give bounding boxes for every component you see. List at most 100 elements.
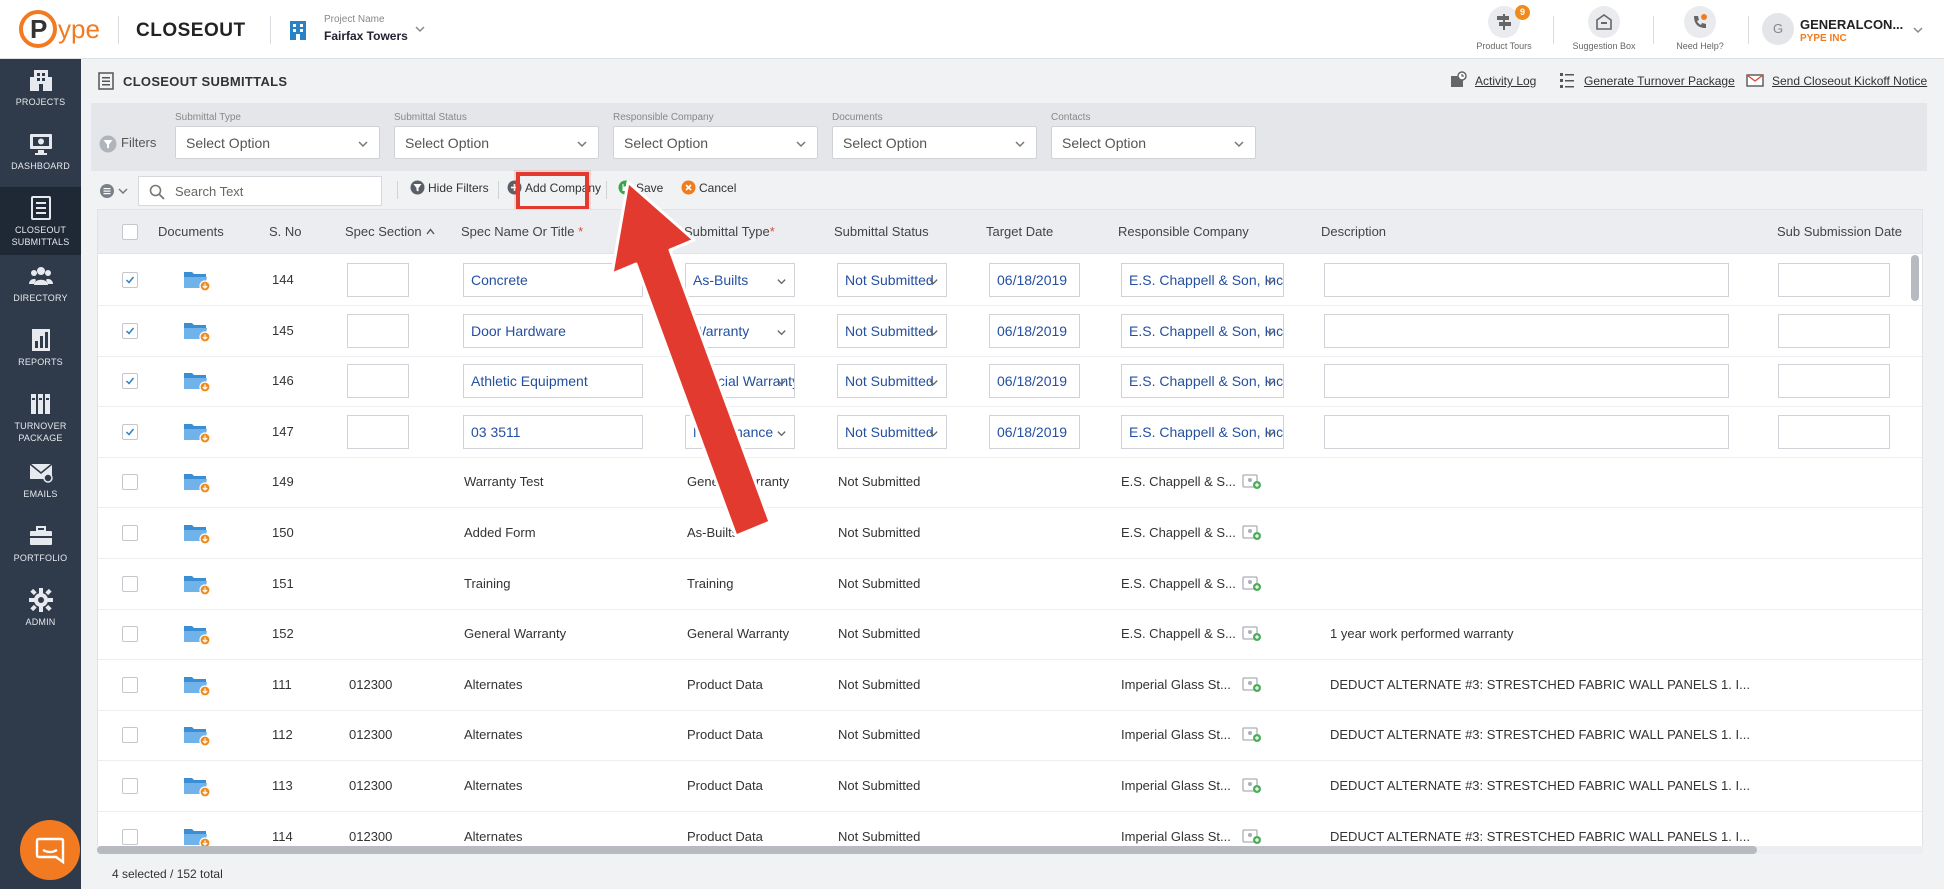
responsible-company-select[interactable]: E.S. Chappell & Son, Inc. <box>1121 314 1284 348</box>
spec-section-input[interactable] <box>347 415 409 449</box>
column-header-spec-section[interactable]: Spec Section <box>345 224 435 239</box>
row-checkbox[interactable] <box>122 323 138 339</box>
horizontal-scrollbar[interactable] <box>97 846 1923 854</box>
sidebar-item-admin[interactable]: ADMIN <box>0 579 81 643</box>
spec-section-input[interactable] <box>347 314 409 348</box>
table-row[interactable]: 111 012300 Alternates Product Data Not Submi… <box>98 660 1922 711</box>
product-tours-button[interactable]: 9 Product Tours <box>1464 5 1544 54</box>
save-button[interactable]: Save <box>618 180 663 200</box>
column-header-target-date[interactable]: Target Date <box>986 224 1053 239</box>
responsible-company-select[interactable]: E.S. Chappell & Son, Inc. <box>1121 364 1284 398</box>
contacts-select[interactable]: Select Option <box>1051 126 1256 159</box>
spec-section-input[interactable] <box>347 263 409 297</box>
cell-spec-name[interactable]: Training <box>464 576 664 591</box>
row-checkbox[interactable] <box>122 373 138 389</box>
send-closeout-kickoff-link[interactable]: Send Closeout Kickoff Notice <box>1772 74 1927 88</box>
sub-submission-date-input[interactable] <box>1778 314 1890 348</box>
submittal-type-select[interactable]: Maintenance <box>685 415 795 449</box>
project-name[interactable]: Fairfax Towers <box>324 29 408 43</box>
row-checkbox[interactable] <box>122 424 138 440</box>
description-input[interactable] <box>1324 263 1729 297</box>
description-input[interactable] <box>1324 314 1729 348</box>
target-date-input[interactable]: 06/18/2019 <box>989 263 1080 297</box>
submittal-status-select[interactable]: Not Submitted <box>837 415 947 449</box>
documents-folder-icon[interactable] <box>183 369 211 393</box>
spec-name-input[interactable]: 03 3511 <box>463 415 643 449</box>
row-checkbox[interactable] <box>122 727 138 743</box>
cell-spec-name[interactable]: General Warranty <box>464 626 664 641</box>
row-checkbox[interactable] <box>122 778 138 794</box>
documents-folder-icon[interactable] <box>183 268 211 292</box>
table-row[interactable]: 149 Warranty Test General Warranty Not Subm… <box>98 457 1922 508</box>
documents-folder-icon[interactable] <box>183 825 211 846</box>
sidebar-item-reports[interactable]: REPORTS <box>0 319 81 383</box>
vertical-scrollbar[interactable] <box>1911 255 1921 845</box>
documents-folder-icon[interactable] <box>183 572 211 596</box>
column-header-submittal-type[interactable]: Submittal Type* <box>684 224 775 239</box>
column-header-submittal-status[interactable]: Submittal Status <box>834 224 929 239</box>
submittal-type-select[interactable]: Special Warranty <box>685 364 795 398</box>
documents-folder-icon[interactable] <box>183 622 211 646</box>
row-checkbox[interactable] <box>122 272 138 288</box>
table-row[interactable]: 146 Athletic Equipment Special Warranty Not… <box>98 356 1922 407</box>
description-input[interactable] <box>1324 364 1729 398</box>
column-header-responsible-company[interactable]: Responsible Company <box>1118 224 1249 239</box>
add-contact-icon[interactable] <box>1242 523 1262 541</box>
column-view-toggle[interactable] <box>99 183 131 199</box>
column-header-description[interactable]: Description <box>1321 224 1386 239</box>
sub-submission-date-input[interactable] <box>1778 415 1890 449</box>
cell-spec-name[interactable]: Alternates <box>464 829 664 844</box>
need-help-button[interactable]: Need Help? <box>1660 6 1740 54</box>
activity-log-link[interactable]: Activity Log <box>1475 74 1536 88</box>
cancel-button[interactable]: Cancel <box>681 180 736 200</box>
column-header-sno[interactable]: S. No <box>269 224 302 239</box>
add-contact-icon[interactable] <box>1242 675 1262 693</box>
sidebar-item-projects[interactable]: PROJECTS <box>0 59 81 123</box>
spec-name-input[interactable]: Concrete <box>463 263 643 297</box>
submittal-status-select[interactable]: Not Submitted <box>837 314 947 348</box>
target-date-input[interactable]: 06/18/2019 <box>989 364 1080 398</box>
submittal-type-select[interactable]: Select Option <box>175 126 380 159</box>
row-checkbox[interactable] <box>122 626 138 642</box>
sidebar-item-closeout-submittals[interactable]: CLOSEOUT SUBMITTALS <box>0 187 81 255</box>
pype-logo[interactable]: P ype <box>18 9 108 49</box>
table-row[interactable]: 112 012300 Alternates Product Data Not Submi… <box>98 710 1922 761</box>
sidebar-item-portfolio[interactable]: PORTFOLIO <box>0 515 81 579</box>
sub-submission-date-input[interactable] <box>1778 263 1890 297</box>
submittal-status-select[interactable]: Select Option <box>394 126 599 159</box>
row-checkbox[interactable] <box>122 474 138 490</box>
documents-folder-icon[interactable] <box>183 420 211 444</box>
generate-turnover-package-link[interactable]: Generate Turnover Package <box>1584 74 1735 88</box>
target-date-input[interactable]: 06/18/2019 <box>989 314 1080 348</box>
suggestion-box-button[interactable]: Suggestion Box <box>1564 6 1644 54</box>
table-row[interactable]: 114 012300 Alternates Product Data Not Submi… <box>98 812 1922 846</box>
table-row[interactable]: 145 Door Hardware Warranty Not Submitted 06/… <box>98 306 1922 357</box>
row-checkbox[interactable] <box>122 525 138 541</box>
spec-name-input[interactable]: Door Hardware <box>463 314 643 348</box>
row-checkbox[interactable] <box>122 677 138 693</box>
responsible-company-select[interactable]: E.S. Chappell & Son, Inc. <box>1121 263 1284 297</box>
sub-submission-date-input[interactable] <box>1778 364 1890 398</box>
chat-launcher-button[interactable] <box>20 820 80 880</box>
user-name[interactable]: GENERALCON... <box>1800 17 1903 32</box>
cell-spec-name[interactable]: Alternates <box>464 727 664 742</box>
cell-spec-name[interactable]: Alternates <box>464 677 664 692</box>
documents-folder-icon[interactable] <box>183 319 211 343</box>
description-input[interactable] <box>1324 415 1729 449</box>
chevron-down-icon[interactable] <box>1912 24 1924 36</box>
table-row[interactable]: 152 General Warranty General Warranty Not S… <box>98 609 1922 660</box>
documents-folder-icon[interactable] <box>183 470 211 494</box>
documents-select[interactable]: Select Option <box>832 126 1037 159</box>
sidebar-item-dashboard[interactable]: DASHBOARD <box>0 123 81 187</box>
documents-folder-icon[interactable] <box>183 723 211 747</box>
responsible-company-select[interactable]: Select Option <box>613 126 818 159</box>
row-checkbox[interactable] <box>122 576 138 592</box>
add-contact-icon[interactable] <box>1242 776 1262 794</box>
table-row[interactable]: 147 03 3511 Maintenance Not Submitted 06/18/… <box>98 407 1922 458</box>
add-contact-icon[interactable] <box>1242 574 1262 592</box>
column-header-spec-name[interactable]: Spec Name Or Title * <box>461 224 583 239</box>
sidebar-item-emails[interactable]: EMAILS <box>0 451 81 515</box>
sidebar-item-directory[interactable]: DIRECTORY <box>0 255 81 319</box>
documents-folder-icon[interactable] <box>183 673 211 697</box>
sidebar-item-turnover-package[interactable]: TURNOVER PACKAGE <box>0 383 81 451</box>
